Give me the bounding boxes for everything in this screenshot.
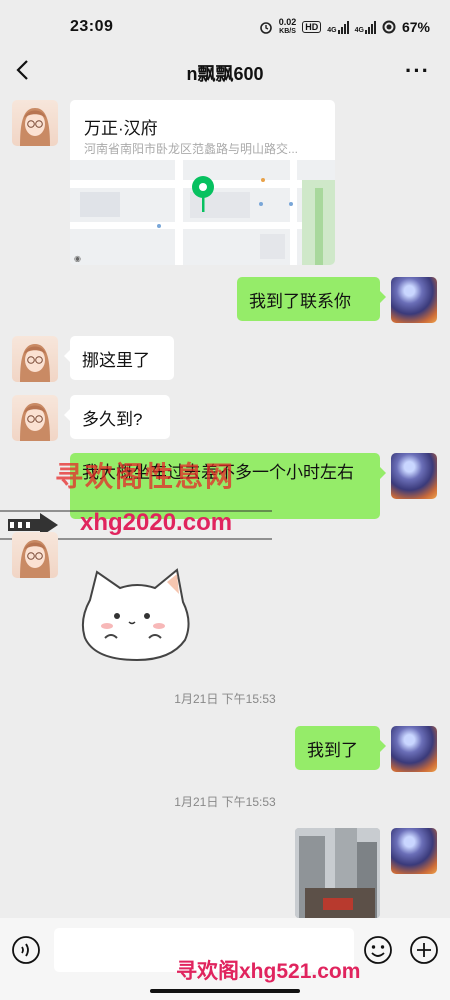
- chat-header: n飘飘600 ···: [0, 48, 450, 98]
- signal-4g-icon-2: 4G: [355, 20, 376, 34]
- chat-title: n飘飘600: [186, 64, 264, 84]
- message-bubble-sent[interactable]: 我到了联系你: [237, 277, 386, 321]
- watermark-url: xhg2020.com: [80, 509, 233, 536]
- map-pin-icon: [192, 176, 214, 212]
- home-indicator: [150, 989, 300, 993]
- my-avatar[interactable]: [391, 453, 437, 499]
- message-bubble-sent[interactable]: 我到了: [295, 726, 386, 770]
- my-avatar[interactable]: [391, 277, 437, 323]
- battery-saver-icon: [382, 20, 396, 34]
- image-message[interactable]: [295, 828, 380, 918]
- location-map-thumbnail: ◉: [70, 160, 335, 265]
- more-options-icon[interactable]: ···: [405, 58, 430, 84]
- timestamp-label: 1月21日 下午15:53: [174, 795, 276, 809]
- plus-icon[interactable]: [408, 934, 440, 966]
- girl-avatar-icon: [20, 344, 50, 382]
- building-photo: [295, 828, 380, 918]
- watermark-text: 寻欢阁性息网: [55, 461, 236, 492]
- contact-avatar[interactable]: [12, 100, 58, 146]
- location-address: 河南省南阳市卧龙区范蠡路与明山路交...: [84, 142, 299, 156]
- status-time: 23:09: [70, 18, 114, 35]
- my-avatar[interactable]: [391, 828, 437, 874]
- status-bar: 23:09 0.02 KB/S HD 4G 4G 67%: [0, 0, 450, 40]
- emoji-icon[interactable]: [362, 934, 394, 966]
- net-speed: 0.02 KB/S: [278, 17, 297, 36]
- map-provider-logo: ◉: [74, 254, 81, 263]
- timestamp-label: 1月21日 下午15:53: [174, 692, 276, 706]
- contact-avatar[interactable]: [12, 395, 58, 441]
- status-icons: 0.02 KB/S HD 4G 4G 67%: [259, 18, 430, 36]
- cat-sticker[interactable]: [75, 560, 200, 665]
- signal-4g-icon: 4G: [327, 20, 349, 34]
- my-avatar[interactable]: [391, 726, 437, 772]
- message-bubble-received[interactable]: 多久到?: [64, 395, 170, 439]
- message-bubble-received[interactable]: 挪这里了: [64, 336, 174, 380]
- battery-level: 67%: [401, 19, 430, 35]
- contact-avatar[interactable]: [12, 336, 58, 382]
- girl-avatar-icon: [20, 540, 50, 578]
- girl-avatar-icon: [20, 108, 50, 146]
- hd-icon: HD: [302, 21, 322, 33]
- girl-avatar-icon: [20, 403, 50, 441]
- location-message-card[interactable]: 万正·汉府 河南省南阳市卧龙区范蠡路与明山路交... ◉: [70, 100, 335, 265]
- contact-avatar[interactable]: [12, 532, 58, 578]
- location-title: 万正·汉府: [84, 119, 158, 138]
- watermark-bottom: 寻欢阁xhg521.com: [176, 960, 361, 983]
- alarm-icon: [259, 22, 272, 34]
- voice-input-icon[interactable]: [10, 934, 42, 966]
